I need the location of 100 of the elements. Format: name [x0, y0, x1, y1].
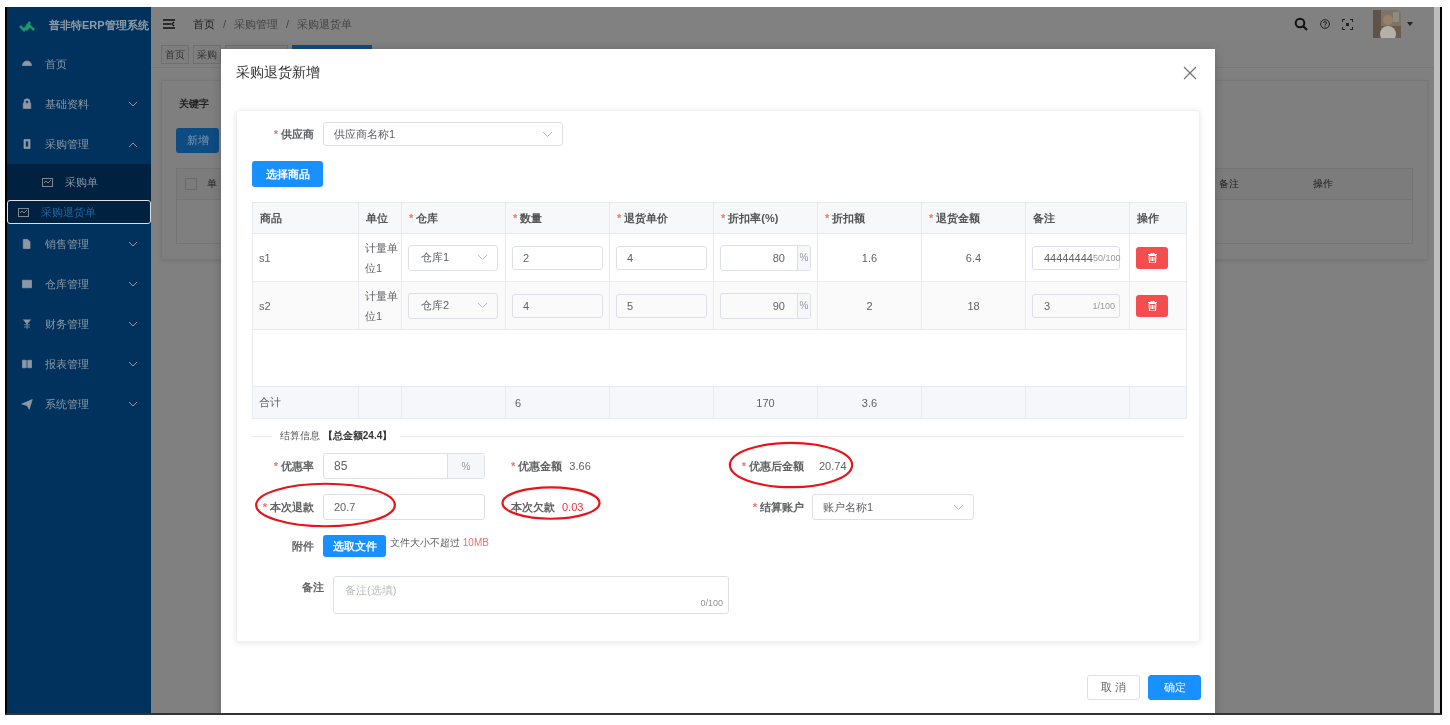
send-icon: [21, 398, 33, 410]
column-header: * 折扣率(%): [713, 202, 818, 234]
discount-rate-input[interactable]: 80 %: [720, 244, 811, 271]
menu-item[interactable]: 报表管理: [7, 344, 151, 384]
field-label: * 优惠率: [272, 458, 314, 474]
column-header: * 仓库: [401, 202, 506, 234]
refund-input[interactable]: 20.7: [323, 494, 485, 520]
delete-button[interactable]: [1136, 246, 1168, 269]
grid-icon: [21, 278, 33, 290]
submenu-item[interactable]: 采购单: [7, 164, 151, 200]
chevron-down-icon: [129, 241, 137, 247]
select-goods-button[interactable]: 选择商品: [252, 161, 323, 187]
chevron-down-icon: [954, 504, 963, 510]
price-input[interactable]: 4: [616, 245, 707, 270]
column-header: * 退货金额: [921, 202, 1026, 234]
chevron-down-icon: [478, 255, 487, 260]
field-label: 本次欠款: [511, 499, 555, 515]
quantity-input[interactable]: 4: [512, 293, 603, 318]
table-cell: 计量单位1: [358, 281, 402, 330]
table-cell: 6.4: [921, 233, 1026, 282]
discount-rate-input[interactable]: 85 %: [323, 453, 485, 479]
account-select[interactable]: 账户名称1: [812, 494, 974, 520]
warehouse-select[interactable]: 仓库2: [408, 292, 498, 319]
field-label: * 结算账户: [751, 499, 804, 515]
book-icon: [21, 358, 33, 370]
menu-item[interactable]: 采购管理: [7, 124, 151, 164]
table-cell: s2: [252, 281, 359, 330]
column-header: * 数量: [505, 202, 610, 234]
copy-icon: [21, 238, 33, 250]
column-header: * 退货单价: [609, 202, 714, 234]
table-cell: s1: [252, 233, 359, 282]
field-value: 20.74: [819, 460, 847, 472]
page-tab[interactable]: 首页: [161, 44, 189, 64]
field-label: 备注: [301, 580, 324, 595]
table-cell: 18: [921, 281, 1026, 330]
cancel-button[interactable]: 取 消: [1087, 675, 1140, 700]
menu-item[interactable]: 仓库管理: [7, 264, 151, 304]
caret-icon[interactable]: [1407, 22, 1413, 26]
chart-icon: [42, 177, 53, 187]
chevron-down-icon: [129, 361, 137, 367]
submenu-item[interactable]: 采购退货单: [7, 200, 151, 224]
menu-item[interactable]: 首页: [7, 44, 151, 84]
chevron-down-icon: [129, 101, 137, 107]
table-cell: 170: [713, 386, 818, 419]
table-cell: 1.6: [817, 233, 922, 282]
warehouse-select[interactable]: 仓库1: [408, 244, 498, 271]
remark-textarea[interactable]: 4444444450/100: [1032, 245, 1120, 270]
confirm-button[interactable]: 确定: [1148, 675, 1201, 700]
menu-icon[interactable]: [163, 19, 175, 29]
column-header: 单位: [358, 202, 402, 234]
menu-item[interactable]: 基础资料: [7, 84, 151, 124]
discount-rate-input[interactable]: 90 %: [720, 292, 811, 319]
breadcrumb-link[interactable]: 首页: [193, 16, 215, 32]
chevron-down-icon: [129, 321, 137, 327]
section-title: 结算信息 【总金额24.4】: [272, 429, 401, 443]
upload-hint: 文件大小不超过 10MB: [390, 536, 489, 550]
chevron-up-icon: [129, 141, 137, 147]
column-header: 操作: [1313, 177, 1333, 191]
table-cell: 计量单位1: [358, 233, 402, 282]
field-label: * 本次退款: [261, 499, 314, 515]
app-title: 普非特ERP管理系统: [49, 18, 149, 33]
page-tab[interactable]: 采购: [193, 44, 221, 64]
choose-file-button[interactable]: 选取文件: [323, 535, 386, 557]
field-value: 0.03: [562, 501, 584, 513]
yen-icon: [21, 318, 33, 330]
add-button[interactable]: 新增: [176, 128, 219, 153]
remark-textarea[interactable]: 备注(选填) 0/100: [333, 576, 729, 614]
quantity-input[interactable]: 2: [512, 245, 603, 270]
lock-icon: [21, 98, 33, 110]
table-cell: 6: [505, 386, 610, 419]
chevron-down-icon: [478, 303, 487, 308]
scrollbar[interactable]: [1434, 7, 1440, 713]
breadcrumb-separator: /: [286, 18, 290, 30]
menu-item[interactable]: 销售管理: [7, 224, 151, 264]
help-icon[interactable]: [1320, 19, 1330, 29]
menu-item[interactable]: 财务管理: [7, 304, 151, 344]
chevron-down-icon: [129, 401, 137, 407]
field-value: 3.66: [569, 460, 591, 472]
calendar-icon: [18, 207, 29, 217]
field-label: * 优惠金额: [511, 458, 563, 474]
close-icon[interactable]: [1183, 66, 1197, 80]
remark-textarea[interactable]: 3 1/100: [1032, 293, 1120, 318]
trash-icon: [1147, 252, 1157, 263]
search-icon[interactable]: [1294, 17, 1308, 31]
chevron-down-icon: [543, 131, 552, 137]
field-label: * 优惠后金额: [740, 458, 804, 474]
breadcrumb-separator: /: [223, 18, 227, 30]
menu-item[interactable]: 系统管理: [7, 384, 151, 424]
price-input[interactable]: 5: [616, 293, 707, 318]
column-header: * 折扣额: [817, 202, 922, 234]
logo-icon: [19, 19, 37, 32]
delete-button[interactable]: [1136, 294, 1168, 317]
column-header: 商品: [252, 202, 359, 234]
chevron-down-icon: [129, 281, 137, 287]
fullscreen-icon[interactable]: [1342, 18, 1353, 30]
table-cell: 2: [817, 281, 922, 330]
supplier-select[interactable]: 供应商名称1: [323, 122, 563, 146]
column-header: 备注: [1219, 177, 1239, 191]
filter-label: 关键字: [179, 97, 210, 111]
dialog-title: 采购退货新增: [236, 64, 320, 82]
